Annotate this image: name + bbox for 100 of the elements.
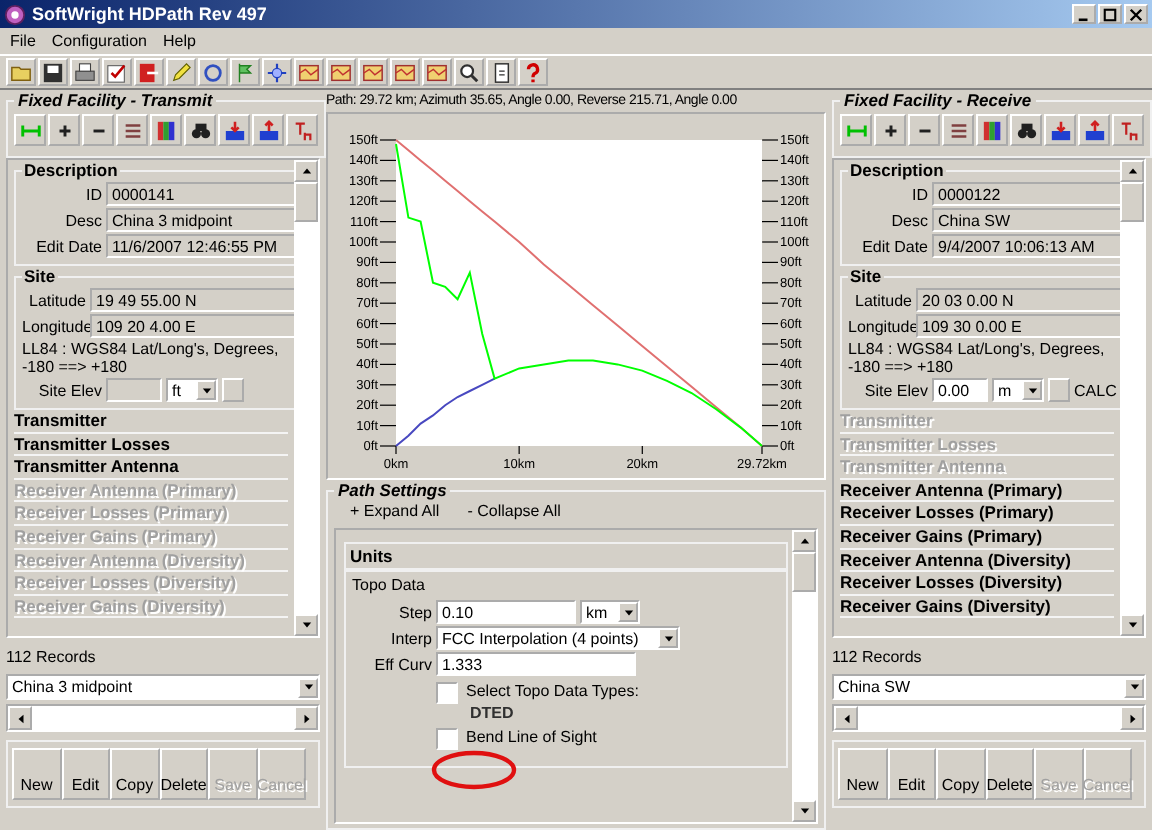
save-button[interactable]: [38, 58, 68, 86]
section-header[interactable]: Transmitter: [14, 410, 288, 434]
scroll-thumb[interactable]: [792, 552, 816, 592]
record-button[interactable]: Edit: [887, 748, 936, 800]
scroll-left-button[interactable]: [8, 706, 32, 730]
scroll-down-button[interactable]: [294, 614, 318, 636]
folder-icon: [10, 61, 32, 83]
minimize-button[interactable]: [1072, 4, 1096, 24]
record-dropdown[interactable]: China 3 midpoint: [6, 674, 320, 700]
import-button[interactable]: [1044, 114, 1076, 146]
expand-link[interactable]: - Collapse All: [467, 502, 561, 520]
scrollbar[interactable]: [294, 160, 318, 636]
minus-button[interactable]: [82, 114, 114, 146]
pencil-button[interactable]: [166, 58, 196, 86]
record-button[interactable]: New: [12, 748, 61, 800]
page-button[interactable]: [486, 58, 516, 86]
flag-button[interactable]: [230, 58, 260, 86]
eff-curv-field[interactable]: 1.333: [436, 652, 636, 676]
checkbox[interactable]: [436, 682, 458, 704]
expand-link[interactable]: + Expand All: [350, 502, 440, 520]
section-header[interactable]: Receiver Antenna (Diversity): [840, 549, 1114, 573]
map-button[interactable]: [358, 58, 388, 86]
map-button[interactable]: [326, 58, 356, 86]
binoculars-button[interactable]: [1010, 114, 1042, 146]
maximize-button[interactable]: [1098, 4, 1122, 24]
section-header[interactable]: Transmitter Antenna: [14, 456, 288, 480]
latitude-field[interactable]: 19 49 55.00 N: [90, 288, 294, 312]
check-button[interactable]: [102, 58, 132, 86]
record-button[interactable]: New: [838, 748, 887, 800]
scroll-right-button[interactable]: [1120, 706, 1144, 730]
scrollbar[interactable]: [6, 704, 320, 732]
binoculars-button[interactable]: [184, 114, 216, 146]
maximize-icon: [1102, 8, 1118, 22]
interpolation-dropdown[interactable]: FCC Interpolation (4 points): [436, 626, 680, 650]
record-button[interactable]: Copy: [936, 748, 985, 800]
export-button[interactable]: [1078, 114, 1110, 146]
import-button[interactable]: [218, 114, 250, 146]
crosshair-button[interactable]: [262, 58, 292, 86]
text-field[interactable]: 9/4/2007 10:06:13 AM: [932, 234, 1120, 258]
latitude-field[interactable]: 20 03 0.00 N: [916, 288, 1120, 312]
spectrum-button[interactable]: [150, 114, 182, 146]
step-field[interactable]: 0.10: [436, 600, 576, 624]
text-field[interactable]: 0000122: [932, 182, 1120, 206]
close-button[interactable]: [1124, 4, 1148, 24]
section-header[interactable]: Receiver Gains (Diversity): [840, 595, 1114, 619]
printer-button[interactable]: [70, 58, 100, 86]
record-button[interactable]: Delete: [159, 748, 208, 800]
elevation-field[interactable]: 0.00: [932, 378, 988, 402]
section-header[interactable]: Units: [344, 542, 788, 570]
scrollbar[interactable]: [792, 530, 816, 822]
help-button[interactable]: [518, 58, 548, 86]
scrollbar[interactable]: [832, 704, 1146, 732]
section-header[interactable]: Receiver Antenna (Primary): [840, 479, 1114, 503]
scroll-left-button[interactable]: [834, 706, 858, 730]
minus-button[interactable]: [908, 114, 940, 146]
scrollbar[interactable]: [1120, 160, 1144, 636]
text-button[interactable]: [286, 114, 318, 146]
record-button[interactable]: Edit: [61, 748, 110, 800]
scroll-up-button[interactable]: [294, 160, 318, 182]
scroll-thumb[interactable]: [1120, 182, 1144, 222]
scroll-right-button[interactable]: [294, 706, 318, 730]
list-button[interactable]: [116, 114, 148, 146]
spectrum-button[interactable]: [976, 114, 1008, 146]
export-button[interactable]: [252, 114, 284, 146]
scroll-up-button[interactable]: [792, 530, 816, 552]
text-field[interactable]: China 3 midpoint: [106, 208, 294, 232]
menu-item[interactable]: Help: [162, 32, 196, 50]
plus-button[interactable]: [48, 114, 80, 146]
list-button[interactable]: [942, 114, 974, 146]
scroll-up-button[interactable]: [1120, 160, 1144, 182]
section-header[interactable]: Receiver Losses (Primary): [840, 502, 1114, 526]
menu-item[interactable]: Configuration: [51, 32, 147, 50]
record-dropdown[interactable]: China SW: [832, 674, 1146, 700]
checkbox[interactable]: [436, 728, 458, 750]
elevation-field[interactable]: [106, 378, 162, 402]
search-button[interactable]: [454, 58, 484, 86]
plus-button[interactable]: [874, 114, 906, 146]
record-button[interactable]: Copy: [110, 748, 159, 800]
scroll-down-button[interactable]: [792, 800, 816, 822]
menu-item[interactable]: File: [10, 32, 36, 50]
section-header[interactable]: Receiver Losses (Diversity): [840, 572, 1114, 596]
longitude-field[interactable]: 109 30 0.00 E: [916, 314, 1120, 338]
record-button[interactable]: Delete: [985, 748, 1034, 800]
text-field[interactable]: 0000141: [106, 182, 294, 206]
longitude-field[interactable]: 109 20 4.00 E: [90, 314, 294, 338]
unit-dropdown[interactable]: ft: [166, 378, 218, 402]
text-field[interactable]: 11/6/2007 12:46:55 PM: [106, 234, 294, 258]
field-label: Latitude: [27, 291, 86, 309]
map-button[interactable]: [390, 58, 420, 86]
unit-dropdown[interactable]: km: [580, 600, 640, 624]
unit-dropdown[interactable]: m: [992, 378, 1044, 402]
section-header[interactable]: Receiver Gains (Primary): [840, 525, 1114, 550]
map-button[interactable]: [294, 58, 324, 86]
map-button[interactable]: [422, 58, 452, 86]
text-button[interactable]: [1112, 114, 1144, 146]
scroll-thumb[interactable]: [294, 182, 318, 222]
scroll-down-button[interactable]: [1120, 614, 1144, 636]
section-header[interactable]: Transmitter Losses: [14, 433, 288, 457]
folder-button[interactable]: [6, 58, 36, 86]
text-field[interactable]: China SW: [932, 208, 1120, 232]
